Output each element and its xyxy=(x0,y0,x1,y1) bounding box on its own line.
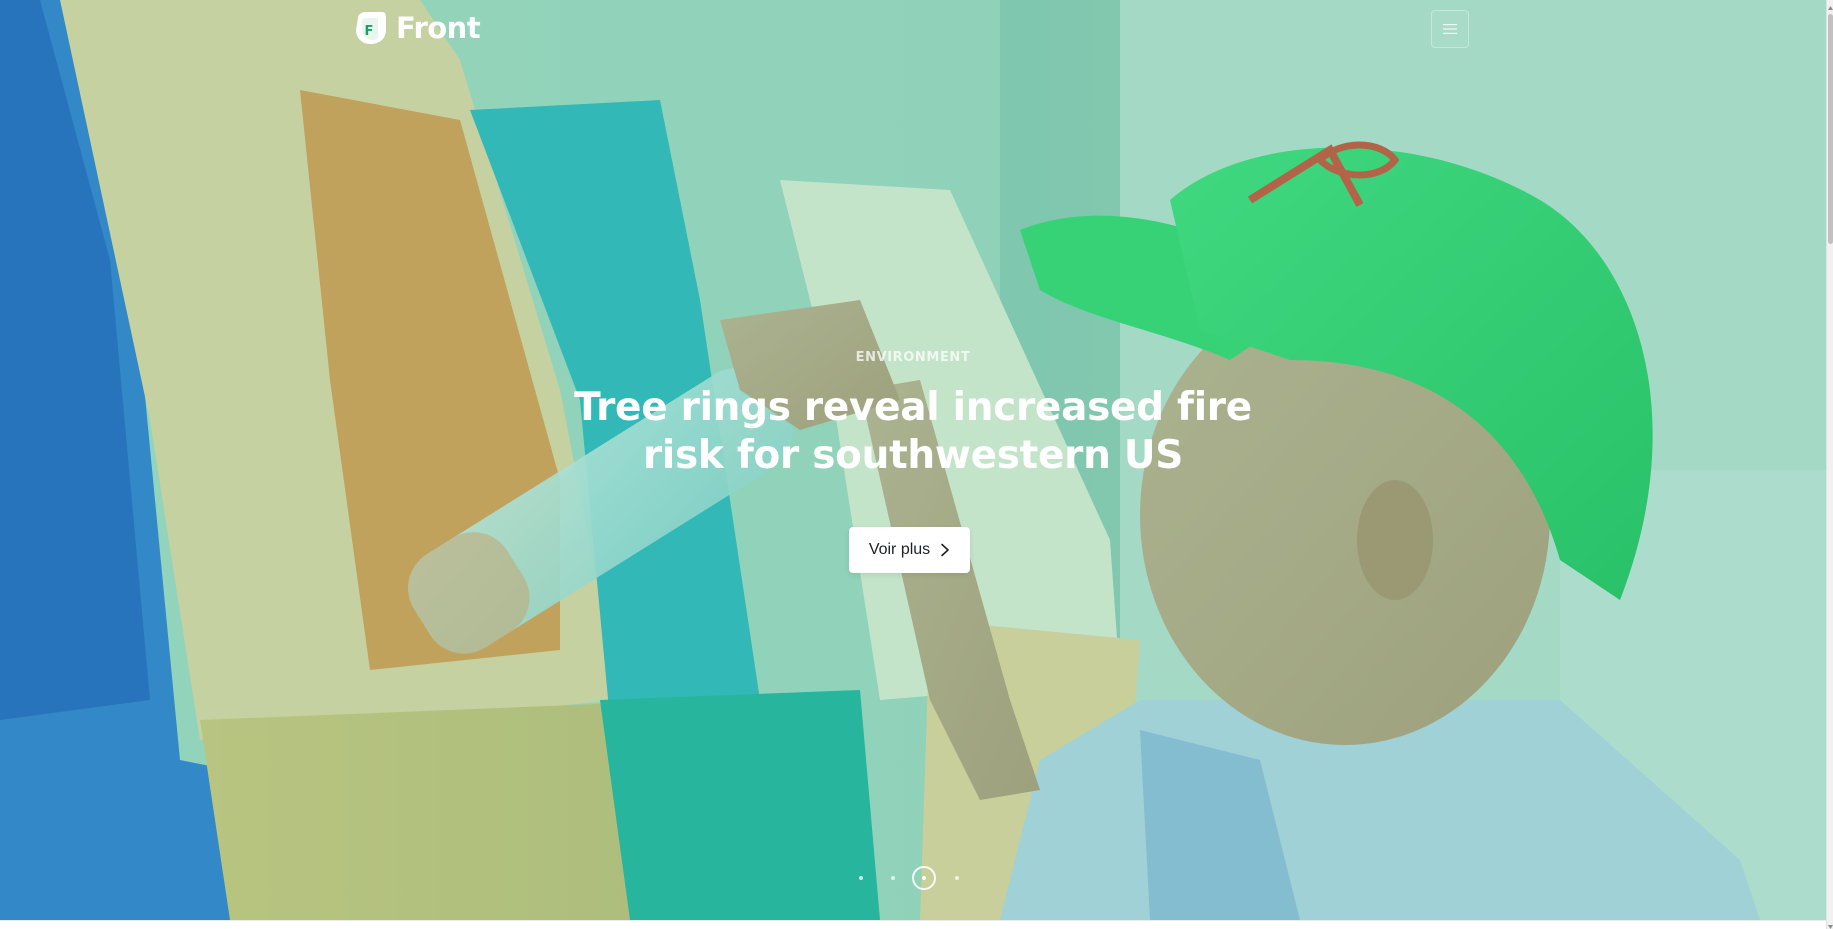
menu-toggle-button[interactable] xyxy=(1431,10,1469,48)
scrollbar-thumb[interactable] xyxy=(1828,14,1833,244)
slide-category: ENVIRONMENT xyxy=(855,350,971,365)
brand-letter: F xyxy=(365,24,374,39)
pagination-dot-2[interactable] xyxy=(891,876,895,880)
page-scrollbar[interactable] xyxy=(1826,0,1833,929)
scroll-up-arrow-icon[interactable] xyxy=(1827,0,1833,10)
chevron-right-icon xyxy=(941,543,949,557)
slide-title: Tree rings reveal increased fire risk fo… xyxy=(574,385,1252,478)
page: F Front ENVIRONMENT Tree rings reveal in… xyxy=(0,0,1833,929)
hero-slider: F Front ENVIRONMENT Tree rings reveal in… xyxy=(0,0,1826,920)
voir-plus-label: Voir plus xyxy=(868,541,931,558)
scroll-down-arrow-icon[interactable] xyxy=(1827,919,1833,929)
pagination-dot-1[interactable] xyxy=(859,876,863,880)
pagination-dot-4[interactable] xyxy=(955,876,959,880)
pagination-dot-3-active[interactable] xyxy=(912,866,936,890)
slider-pagination xyxy=(850,864,970,892)
brand-name: Front xyxy=(396,11,481,45)
next-section-edge xyxy=(0,920,1826,929)
voir-plus-button[interactable]: Voir plus xyxy=(849,527,970,573)
slide-caption: ENVIRONMENT Tree rings reveal increased … xyxy=(0,350,1826,480)
front-logo-icon: F xyxy=(352,10,388,46)
brand-logo-link[interactable]: F Front xyxy=(352,10,481,46)
hamburger-icon xyxy=(1443,24,1457,34)
